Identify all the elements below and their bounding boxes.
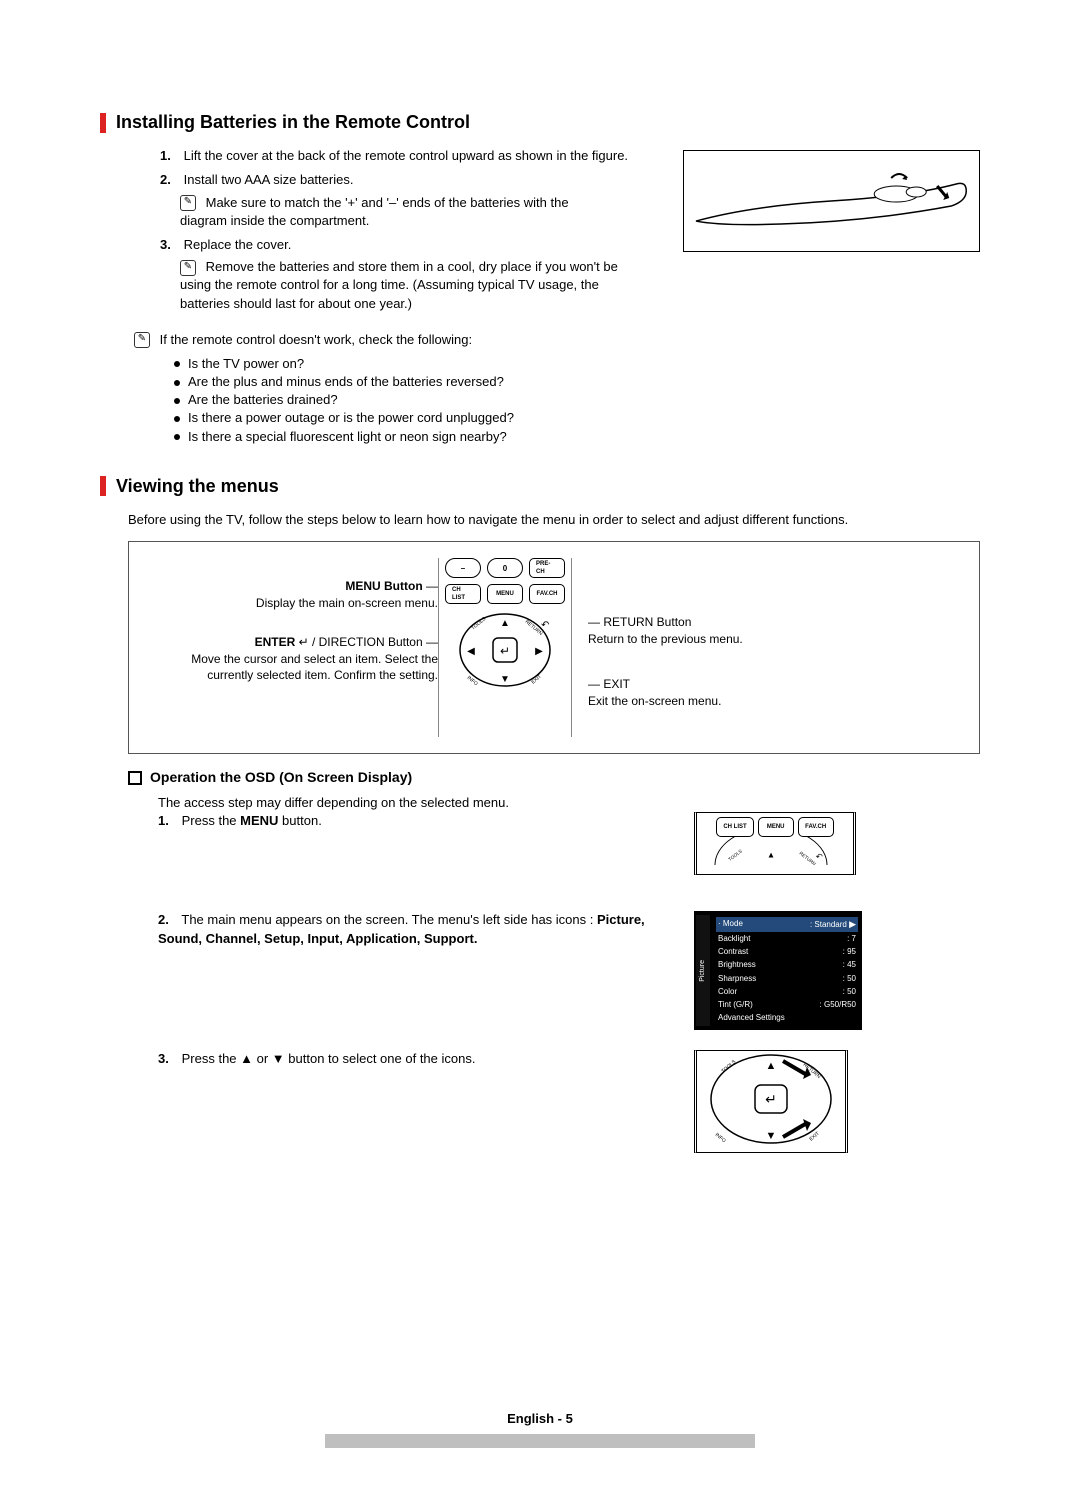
svg-text:▼: ▼ xyxy=(766,1130,777,1142)
check-item: Are the batteries drained? xyxy=(174,391,980,409)
svg-text:↵: ↵ xyxy=(500,644,510,658)
osd-intro: The access step may differ depending on … xyxy=(158,794,980,812)
osd-row: Brightness: 45 xyxy=(716,958,858,971)
osd-row: · Mode: Standard ▶ xyxy=(716,917,858,932)
note-icon: ✎ xyxy=(180,260,196,276)
osd-row: Backlight: 7 xyxy=(716,932,858,945)
chlist-key: CH LIST xyxy=(445,584,481,604)
menus-intro: Before using the TV, follow the steps be… xyxy=(128,511,980,529)
osd-row: Color: 50 xyxy=(716,985,858,998)
check-block: ✎ If the remote control doesn't work, ch… xyxy=(134,331,980,446)
step-1: 1. Lift the cover at the back of the rem… xyxy=(160,147,630,165)
section-heading: Viewing the menus xyxy=(100,474,980,499)
note-icon: ✎ xyxy=(134,332,150,348)
osd-step-2: 2. The main menu appears on the screen. … xyxy=(158,911,980,1030)
check-item: Are the plus and minus ends of the batte… xyxy=(174,373,980,391)
zero-key: 0 xyxy=(487,558,523,578)
osd-step-3: 3. Press the ▲ or ▼ button to select one… xyxy=(158,1050,980,1153)
page-footer: English - 5 xyxy=(0,1410,1080,1428)
svg-text:▶: ▶ xyxy=(535,646,543,657)
menu-diagram-box: MENU Button — Display the main on-screen… xyxy=(128,541,980,754)
svg-text:▲: ▲ xyxy=(767,850,775,860)
section-heading: Installing Batteries in the Remote Contr… xyxy=(100,110,980,135)
osd-screen-figure: Picture · Mode: Standard ▶Backlight: 7Co… xyxy=(694,911,862,1030)
svg-text:▼: ▼ xyxy=(500,674,510,685)
svg-text:◀: ◀ xyxy=(467,646,475,657)
heading-text: Installing Batteries in the Remote Contr… xyxy=(116,110,470,135)
heading-accent xyxy=(100,113,106,133)
check-item: Is there a power outage or is the power … xyxy=(174,409,980,427)
osd-row: Contrast: 95 xyxy=(716,945,858,958)
footer-bar xyxy=(325,1434,755,1448)
remote-keys-figure: – 0 PRE-CH CH LIST MENU FAV.CH ↵ ▲ ▼ ◀ ▶ xyxy=(438,558,572,737)
favch-key: FAV.CH xyxy=(529,584,565,604)
osd-subheading: Operation the OSD (On Screen Display) xyxy=(128,768,980,788)
remote-battery-figure xyxy=(683,150,980,252)
enter-icon: ↵ xyxy=(295,635,308,649)
menu-key: MENU xyxy=(487,584,523,604)
svg-text:↶: ↶ xyxy=(816,852,823,862)
svg-text:↵: ↵ xyxy=(765,1091,777,1107)
mini-dpad-figure: ↵ ▲ ▼ TOOLS RETURN INFO EXIT xyxy=(694,1050,848,1153)
note-icon: ✎ xyxy=(180,195,196,211)
heading-text: Viewing the menus xyxy=(116,474,279,499)
check-item: Is there a special fluorescent light or … xyxy=(174,428,980,446)
svg-text:↶: ↶ xyxy=(541,620,549,631)
svg-text:▲: ▲ xyxy=(500,618,510,629)
svg-text:▲: ▲ xyxy=(766,1060,777,1072)
square-bullet-icon xyxy=(128,771,142,785)
minus-key: – xyxy=(445,558,481,578)
prech-key: PRE-CH xyxy=(529,558,565,578)
check-item: Is the TV power on? xyxy=(174,355,980,373)
osd-row: Sharpness: 50 xyxy=(716,972,858,985)
heading-accent xyxy=(100,476,106,496)
osd-row: Advanced Settings xyxy=(716,1011,858,1024)
mini-remote-figure: CH LIST MENU FAV.CH ▲ TOOLS RETURN ↶ xyxy=(694,812,856,875)
svg-text:INFO: INFO xyxy=(714,1132,727,1144)
osd-row: Tint (G/R): G50/R50 xyxy=(716,998,858,1011)
osd-step-1: 1. Press the MENU button. CH LIST MENU F… xyxy=(158,812,980,875)
